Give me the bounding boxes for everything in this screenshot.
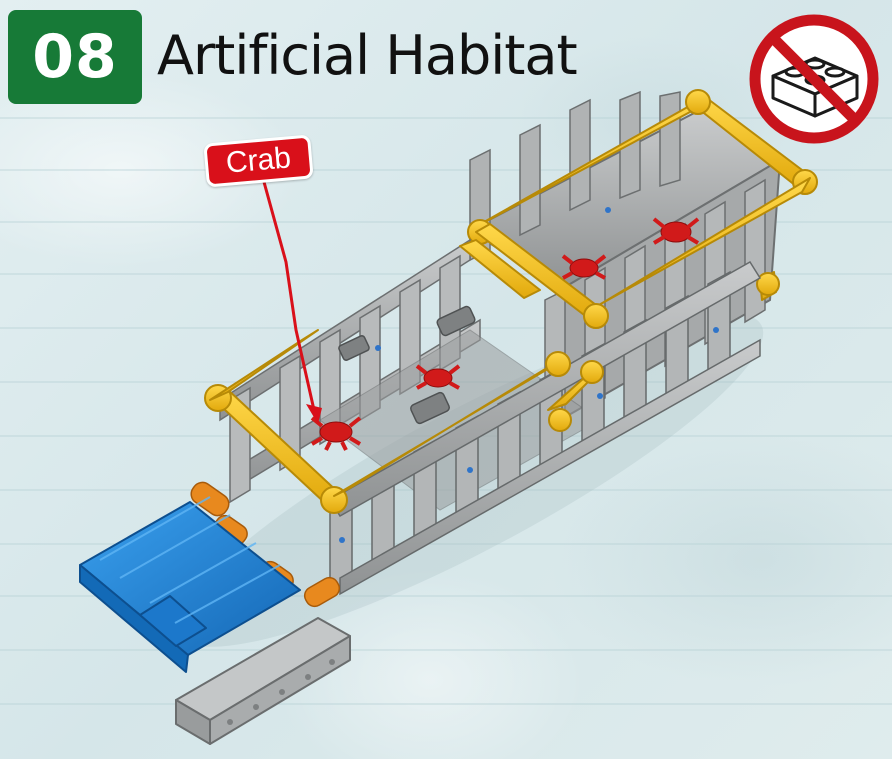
callout-pointer xyxy=(262,181,322,424)
crab-callout-label: Crab xyxy=(203,134,314,188)
